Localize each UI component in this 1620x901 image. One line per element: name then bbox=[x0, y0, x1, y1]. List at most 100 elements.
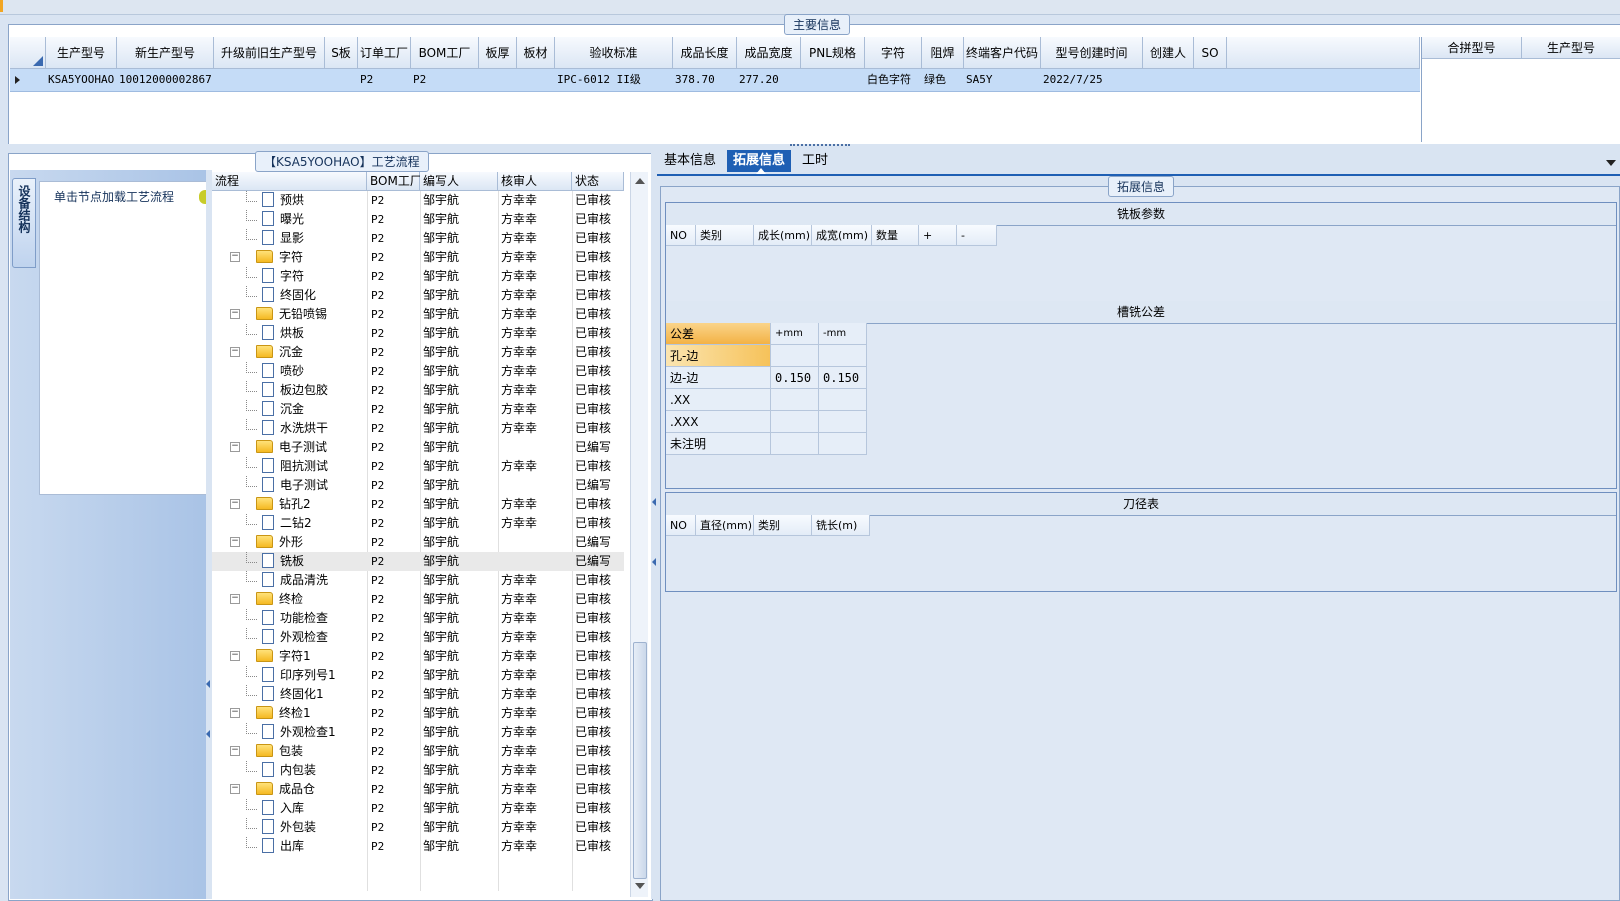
flow-tree-row[interactable]: 内包装 P2 邹宇航 方幸幸 已审核 bbox=[212, 761, 624, 780]
main-row-cell[interactable] bbox=[479, 69, 517, 91]
tolerance-value-cell[interactable] bbox=[771, 345, 819, 367]
tolerance-value-cell[interactable]: 0.150 bbox=[771, 367, 819, 389]
scroll-up-icon[interactable] bbox=[635, 178, 645, 184]
flow-tree-row[interactable]: 外观检查 P2 邹宇航 方幸幸 已审核 bbox=[212, 628, 624, 647]
flow-col-header[interactable]: 核审人 bbox=[498, 172, 572, 191]
collapse-toggle-icon[interactable]: − bbox=[230, 745, 240, 756]
collapse-toggle-icon[interactable]: − bbox=[230, 308, 240, 319]
flow-tree-row[interactable]: 喷砂 P2 邹宇航 方幸幸 已审核 bbox=[212, 362, 624, 381]
collapse-toggle-icon[interactable]: − bbox=[230, 498, 240, 509]
flow-col-header[interactable]: 流程 bbox=[212, 172, 367, 191]
collapse-toggle-icon[interactable]: − bbox=[230, 783, 240, 794]
main-row-cell[interactable] bbox=[1143, 69, 1194, 91]
tolerance-col-header[interactable]: -mm bbox=[819, 323, 867, 345]
scroll-down-icon[interactable] bbox=[635, 883, 645, 889]
flow-tree-row[interactable]: 烘板 P2 邹宇航 方幸幸 已审核 bbox=[212, 324, 624, 343]
flow-tree-row[interactable]: 字符 P2 邹宇航 方幸幸 已审核 bbox=[212, 267, 624, 286]
flow-tree-row[interactable]: 显影 P2 邹宇航 方幸幸 已审核 bbox=[212, 229, 624, 248]
main-col-header[interactable]: BOM工厂 bbox=[411, 37, 479, 69]
scroll-thumb[interactable] bbox=[633, 642, 647, 879]
mill-param-col-header[interactable]: + bbox=[919, 225, 957, 246]
flow-tree-row[interactable]: 沉金 P2 邹宇航 方幸幸 已审核 bbox=[212, 400, 624, 419]
mill-param-col-header[interactable]: 数量 bbox=[872, 225, 919, 246]
flow-tree-row[interactable]: 曝光 P2 邹宇航 方幸幸 已审核 bbox=[212, 210, 624, 229]
tolerance-col-header[interactable]: 公差 bbox=[666, 323, 771, 345]
main-col-header[interactable]: SO bbox=[1194, 37, 1227, 69]
flow-tree-row[interactable]: 出库 P2 邹宇航 方幸幸 已审核 bbox=[212, 837, 624, 856]
main-col-header[interactable]: 升级前旧生产型号 bbox=[214, 37, 325, 69]
main-row-cell[interactable] bbox=[214, 69, 325, 91]
main-row-cell[interactable]: 378.70 bbox=[673, 69, 737, 91]
flow-col-header[interactable]: 编写人 bbox=[420, 172, 498, 191]
main-row-cell[interactable]: 2022/7/25 bbox=[1041, 69, 1143, 91]
tolerance-value-cell[interactable] bbox=[771, 433, 819, 455]
main-vertical-splitter[interactable] bbox=[651, 153, 657, 899]
mill-param-col-header[interactable]: 类别 bbox=[696, 225, 754, 246]
main-col-header[interactable]: 终端客户代码 bbox=[964, 37, 1041, 69]
tolerance-value-cell[interactable] bbox=[819, 433, 867, 455]
flow-tree-row[interactable]: 外观检查1 P2 邹宇航 方幸幸 已审核 bbox=[212, 723, 624, 742]
flow-col-header[interactable]: 状态 bbox=[572, 172, 624, 191]
flow-tree-row[interactable]: − 无铅喷锡 P2 邹宇航 方幸幸 已审核 bbox=[212, 305, 624, 324]
main-row-cell[interactable]: 绿色 bbox=[922, 69, 964, 91]
main-grid-corner[interactable] bbox=[10, 37, 46, 69]
main-row-cell[interactable]: P2 bbox=[411, 69, 479, 91]
flow-tree-row[interactable]: 阻抗测试 P2 邹宇航 方幸幸 已审核 bbox=[212, 457, 624, 476]
main-row-cell[interactable] bbox=[1194, 69, 1227, 91]
flow-tree-row[interactable]: 预烘 P2 邹宇航 方幸幸 已审核 bbox=[212, 191, 624, 210]
flow-tree-row[interactable]: − 电子测试 P2 邹宇航 已编写 bbox=[212, 438, 624, 457]
main-col-header[interactable]: 验收标准 bbox=[555, 37, 673, 69]
tolerance-value-cell[interactable] bbox=[771, 389, 819, 411]
collapse-toggle-icon[interactable]: − bbox=[230, 650, 240, 661]
tab-work-hours[interactable]: 工时 bbox=[796, 150, 834, 172]
main-col-header[interactable]: 生产型号 bbox=[46, 37, 117, 69]
tab-basic-info[interactable]: 基本信息 bbox=[658, 150, 722, 172]
flow-tree-row[interactable]: − 包装 P2 邹宇航 方幸幸 已审核 bbox=[212, 742, 624, 761]
main-col-header[interactable]: 新生产型号 bbox=[117, 37, 214, 69]
tolerance-col-header[interactable]: +mm bbox=[771, 323, 819, 345]
flow-tree-row[interactable]: 板边包胶 P2 邹宇航 方幸幸 已审核 bbox=[212, 381, 624, 400]
main-row-cell[interactable]: 白色字符 bbox=[865, 69, 922, 91]
tool-table-col-header[interactable]: NO bbox=[666, 515, 696, 536]
tolerance-value-cell[interactable] bbox=[819, 411, 867, 433]
flow-tree-row[interactable]: 终固化 P2 邹宇航 方幸幸 已审核 bbox=[212, 286, 624, 305]
tolerance-value-cell[interactable] bbox=[771, 411, 819, 433]
flow-col-header[interactable]: BOM工厂 bbox=[367, 172, 422, 191]
main-col-header[interactable]: 字符 bbox=[865, 37, 922, 69]
flow-tree-row[interactable]: 水洗烘干 P2 邹宇航 方幸幸 已审核 bbox=[212, 419, 624, 438]
main-row-cell[interactable] bbox=[517, 69, 555, 91]
main-row-cell[interactable] bbox=[801, 69, 865, 91]
collapse-toggle-icon[interactable]: − bbox=[230, 707, 240, 718]
flow-tree-row[interactable]: 终固化1 P2 邹宇航 方幸幸 已审核 bbox=[212, 685, 624, 704]
flow-tree-row[interactable]: − 终检1 P2 邹宇航 方幸幸 已审核 bbox=[212, 704, 624, 723]
tolerance-value-cell[interactable] bbox=[819, 389, 867, 411]
main-col-header[interactable]: 成品长度 bbox=[673, 37, 737, 69]
tool-table-col-header[interactable]: 直径(mm) bbox=[696, 515, 754, 536]
flow-tree-row[interactable]: − 钻孔2 P2 邹宇航 方幸幸 已审核 bbox=[212, 495, 624, 514]
flow-tree-row[interactable]: 入库 P2 邹宇航 方幸幸 已审核 bbox=[212, 799, 624, 818]
tolerance-value-cell[interactable] bbox=[819, 345, 867, 367]
mill-param-col-header[interactable]: - bbox=[957, 225, 997, 246]
main-col-header[interactable]: 创建人 bbox=[1143, 37, 1194, 69]
flow-tree-row[interactable]: 成品清洗 P2 邹宇航 方幸幸 已审核 bbox=[212, 571, 624, 590]
main-col-header[interactable]: 阻焊 bbox=[922, 37, 964, 69]
main-col-header[interactable]: 订单工厂 bbox=[358, 37, 411, 69]
main-col-header[interactable]: 成品宽度 bbox=[737, 37, 801, 69]
flow-tree-row[interactable]: − 字符 P2 邹宇航 方幸幸 已审核 bbox=[212, 248, 624, 267]
flow-tree-row[interactable]: 二钻2 P2 邹宇航 方幸幸 已审核 bbox=[212, 514, 624, 533]
flow-tree-row[interactable]: − 字符1 P2 邹宇航 方幸幸 已审核 bbox=[212, 647, 624, 666]
mill-param-col-header[interactable]: NO bbox=[666, 225, 696, 246]
mill-param-col-header[interactable]: 成宽(mm) bbox=[812, 225, 872, 246]
flow-tree-row[interactable]: 功能检查 P2 邹宇航 方幸幸 已审核 bbox=[212, 609, 624, 628]
main-row-cell[interactable]: 10012000002867 bbox=[117, 69, 214, 91]
main-col-header[interactable]: 板材 bbox=[517, 37, 555, 69]
side-col-merge-model[interactable]: 合拼型号 bbox=[1422, 37, 1522, 59]
main-col-header[interactable]: 板厚 bbox=[479, 37, 517, 69]
flow-tree-row[interactable]: 铣板 P2 邹宇航 已编写 bbox=[212, 552, 624, 571]
main-col-header[interactable]: PNL规格 bbox=[801, 37, 865, 69]
tree-scrollbar[interactable] bbox=[630, 172, 648, 897]
main-row-cell[interactable] bbox=[325, 69, 358, 91]
main-col-header[interactable]: S板 bbox=[325, 37, 358, 69]
collapse-toggle-icon[interactable]: − bbox=[230, 593, 240, 604]
main-row-cell[interactable]: P2 bbox=[358, 69, 411, 91]
